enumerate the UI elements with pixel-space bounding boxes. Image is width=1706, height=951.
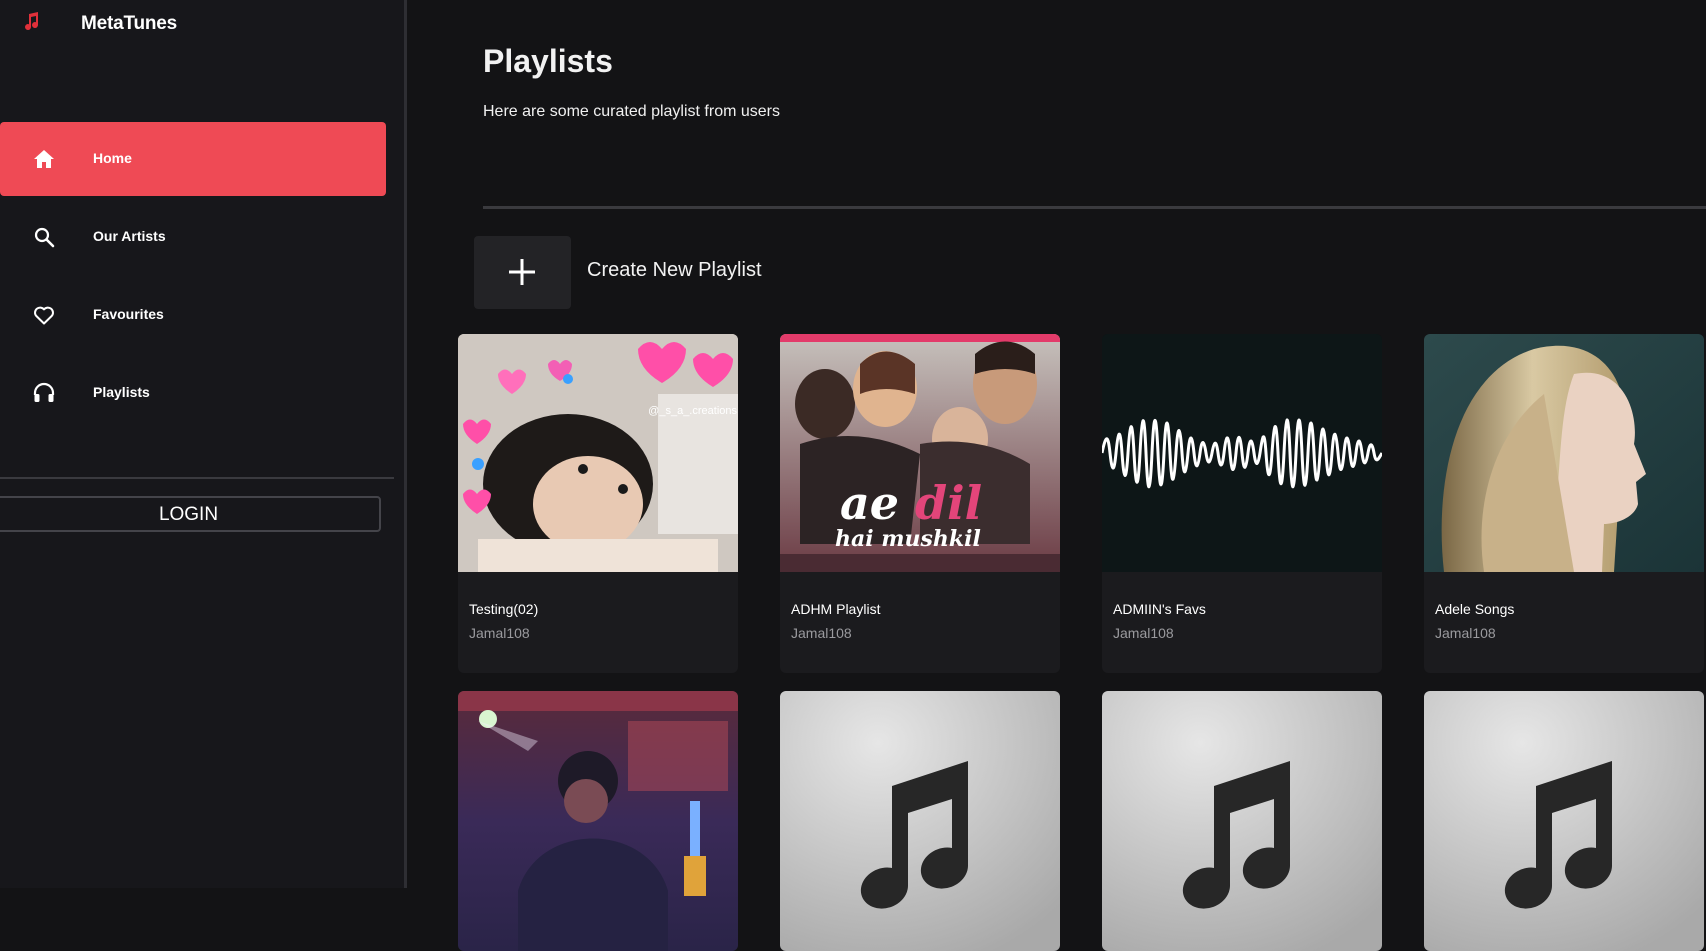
music-note-icon: [22, 12, 40, 38]
playlist-card[interactable]: [780, 691, 1060, 951]
headphones-icon: [32, 381, 56, 405]
playlist-card[interactable]: [1424, 691, 1704, 951]
playlist-cover: [1424, 334, 1704, 572]
content-divider: [483, 206, 1706, 209]
playlist-cover: [780, 691, 1060, 951]
brand[interactable]: MetaTunes: [22, 10, 177, 40]
playlist-card[interactable]: [1102, 691, 1382, 951]
sidebar-item-label: Playlists: [93, 384, 150, 400]
playlist-card[interactable]: ae dil hai mushkil ADHM Playlist Jamal10…: [780, 334, 1060, 673]
playlist-cover: @_s_a_.creations: [458, 334, 738, 572]
playlist-title: ADHM Playlist: [791, 601, 881, 617]
playlist-cover: [458, 691, 738, 951]
svg-text:hai mushkil: hai mushkil: [835, 526, 981, 552]
app-name: MetaTunes: [81, 13, 178, 34]
playlist-title: Testing(02): [469, 601, 539, 617]
playlist-owner: Jamal108: [791, 625, 852, 641]
playlist-cover: [1102, 334, 1382, 572]
plus-icon: [507, 257, 537, 292]
sidebar-item-our-artists[interactable]: Our Artists: [0, 200, 386, 274]
playlist-owner: Jamal108: [469, 625, 530, 641]
svg-text:dil: dil: [915, 476, 982, 530]
playlist-cover: ae dil hai mushkil: [780, 334, 1060, 572]
page-title: Playlists: [483, 43, 613, 79]
create-playlist-label[interactable]: Create New Playlist: [587, 259, 762, 282]
sidebar-item-label: Favourites: [93, 306, 164, 322]
sidebar-divider: [0, 477, 394, 479]
heart-icon: [32, 303, 56, 327]
sidebar-item-favourites[interactable]: Favourites: [0, 278, 386, 352]
playlist-card[interactable]: @_s_a_.creations Testing(02) Jamal108: [458, 334, 738, 673]
create-playlist-button[interactable]: [474, 236, 571, 309]
login-button[interactable]: LOGIN: [0, 496, 381, 532]
playlist-owner: Jamal108: [1435, 625, 1496, 641]
sidebar-item-label: Our Artists: [93, 228, 166, 244]
playlist-card[interactable]: ADMIIN's Favs Jamal108: [1102, 334, 1382, 673]
sidebar-item-playlists[interactable]: Playlists: [0, 356, 386, 430]
playlist-cover: [1102, 691, 1382, 951]
playlist-card[interactable]: [458, 691, 738, 951]
home-icon: [32, 147, 56, 171]
sidebar-item-label: Home: [93, 150, 132, 166]
playlist-card[interactable]: Adele Songs Jamal108: [1424, 334, 1704, 673]
sidebar: MetaTunes Home Our Artists Favourites Pl…: [0, 0, 407, 888]
search-icon: [32, 225, 56, 249]
svg-text:ae: ae: [840, 476, 899, 530]
page-subtitle: Here are some curated playlist from user…: [483, 103, 780, 120]
cover-watermark: @_s_a_.creations: [648, 405, 737, 417]
playlist-title: Adele Songs: [1435, 601, 1515, 617]
playlist-cover: [1424, 691, 1704, 951]
sidebar-item-home[interactable]: Home: [0, 122, 386, 196]
playlist-owner: Jamal108: [1113, 625, 1174, 641]
playlist-title: ADMIIN's Favs: [1113, 601, 1206, 617]
